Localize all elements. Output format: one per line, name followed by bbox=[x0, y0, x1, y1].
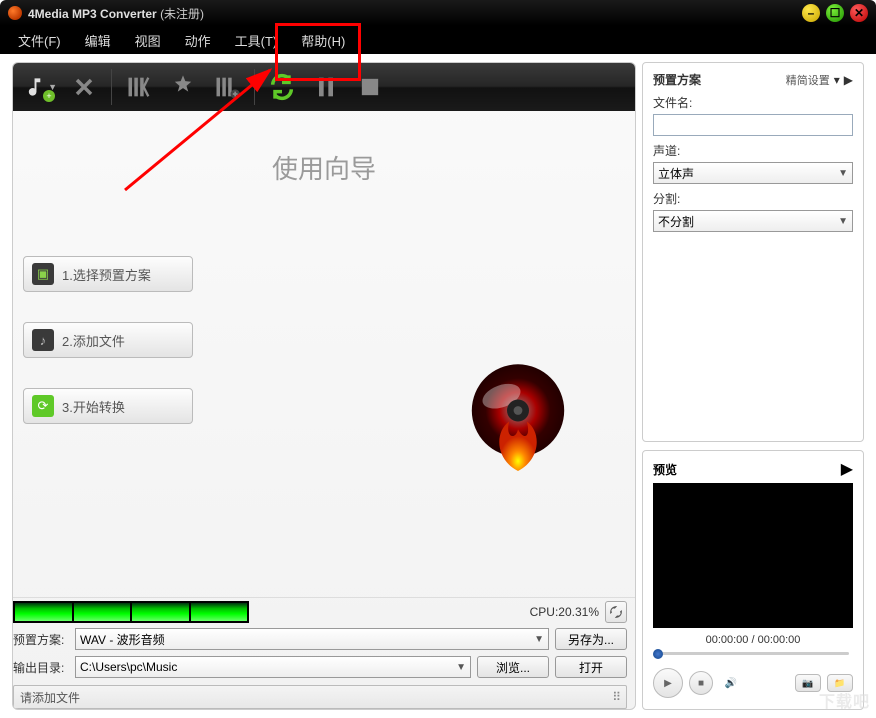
menu-bar: 文件(F) 编辑 视图 动作 工具(T) 帮助(H) bbox=[0, 26, 876, 54]
window-title: 4Media MP3 Converter (未注册) bbox=[28, 5, 796, 22]
menu-help[interactable]: 帮助(H) bbox=[289, 27, 357, 54]
stop-preview-button[interactable]: ■ bbox=[689, 671, 713, 695]
cut-button[interactable] bbox=[122, 70, 156, 104]
menu-view[interactable]: 视图 bbox=[123, 27, 173, 54]
status-text: 请添加文件 bbox=[20, 689, 80, 706]
menu-edit[interactable]: 编辑 bbox=[73, 27, 123, 54]
step-label: 2.添加文件 bbox=[62, 331, 125, 350]
step-label: 1.选择预置方案 bbox=[62, 265, 151, 284]
preview-seek-slider[interactable] bbox=[653, 652, 853, 660]
menu-file[interactable]: 文件(F) bbox=[6, 27, 73, 54]
output-row: 输出目录: C:\Users\pc\Music▼ 浏览... 打开 bbox=[13, 653, 635, 681]
folder-button[interactable]: 📁 bbox=[827, 674, 853, 692]
open-button[interactable]: 打开 bbox=[555, 656, 627, 678]
step-label: 3.开始转换 bbox=[62, 397, 125, 416]
menu-tools[interactable]: 工具(T) bbox=[223, 27, 290, 54]
delete-button[interactable] bbox=[67, 70, 101, 104]
channel-select[interactable]: 立体声▼ bbox=[653, 162, 853, 184]
maximize-button[interactable]: ☐ bbox=[826, 4, 844, 22]
cpu-status-row: CPU:20.31% bbox=[13, 597, 635, 625]
save-as-button[interactable]: 另存为... bbox=[555, 628, 627, 650]
add-music-button[interactable]: +▼ bbox=[23, 70, 57, 104]
step-add-file[interactable]: ♪ 2.添加文件 bbox=[23, 322, 193, 358]
volume-icon[interactable]: 🔊 bbox=[719, 671, 743, 695]
preview-time: 00:00:00 / 00:00:00 bbox=[653, 634, 853, 646]
menu-action[interactable]: 动作 bbox=[173, 27, 223, 54]
preview-video-area bbox=[653, 483, 853, 628]
disc-burning-icon bbox=[463, 361, 573, 471]
preview-controls: ▶ ■ 🔊 📷 📁 bbox=[653, 668, 853, 698]
close-button[interactable]: ✕ bbox=[850, 4, 868, 22]
profile-label: 预置方案: bbox=[13, 631, 69, 648]
step-select-profile[interactable]: ▣ 1.选择预置方案 bbox=[23, 256, 193, 292]
pause-button[interactable] bbox=[309, 70, 343, 104]
minimize-button[interactable]: – bbox=[802, 4, 820, 22]
step-start-convert[interactable]: ⟳ 3.开始转换 bbox=[23, 388, 193, 424]
profile-select[interactable]: WAV - 波形音频▼ bbox=[75, 628, 549, 650]
add-film-button[interactable] bbox=[210, 70, 244, 104]
filename-label: 文件名: bbox=[653, 94, 853, 111]
toolbar-divider bbox=[254, 69, 255, 105]
profile-row: 预置方案: WAV - 波形音频▼ 另存为... bbox=[13, 625, 635, 653]
chevron-down-icon[interactable]: ▾ bbox=[834, 73, 840, 87]
convert-button[interactable] bbox=[265, 70, 299, 104]
effects-button[interactable] bbox=[166, 70, 200, 104]
preview-title: 预览 bbox=[653, 461, 841, 478]
chevron-right-icon[interactable]: ▶ bbox=[844, 73, 853, 87]
toolbar-divider bbox=[111, 69, 112, 105]
browse-button[interactable]: 浏览... bbox=[477, 656, 549, 678]
main-toolbar: +▼ bbox=[13, 63, 635, 111]
title-bar: 4Media MP3 Converter (未注册) – ☐ ✕ bbox=[0, 0, 876, 26]
settings-wrench-button[interactable] bbox=[605, 601, 627, 623]
split-label: 分割: bbox=[653, 190, 853, 207]
chevron-right-icon[interactable]: ▶ bbox=[841, 459, 853, 479]
profile-settings-panel: 预置方案 精简设置 ▾ ▶ 文件名: 声道: 立体声▼ 分割: 不分割▼ bbox=[642, 62, 864, 442]
filename-input[interactable] bbox=[653, 114, 853, 136]
snapshot-button[interactable]: 📷 bbox=[795, 674, 821, 692]
wizard-heading: 使用向导 bbox=[13, 149, 635, 186]
output-label: 输出目录: bbox=[13, 659, 69, 676]
film-plus-icon: ▣ bbox=[32, 263, 54, 285]
output-path-select[interactable]: C:\Users\pc\Music▼ bbox=[75, 656, 471, 678]
wizard-panel: 使用向导 ▣ 1.选择预置方案 ♪ 2.添加文件 ⟳ 3.开始转换 bbox=[13, 111, 635, 597]
resize-grip-icon: ⠿ bbox=[612, 690, 620, 704]
split-select[interactable]: 不分割▼ bbox=[653, 210, 853, 232]
play-button[interactable]: ▶ bbox=[653, 668, 683, 698]
cpu-graph bbox=[13, 601, 249, 623]
music-note-icon: ♪ bbox=[32, 329, 54, 351]
channel-label: 声道: bbox=[653, 142, 853, 159]
status-bar: 请添加文件 ⠿ bbox=[13, 685, 627, 709]
simple-settings-link[interactable]: 精简设置 bbox=[786, 72, 830, 88]
stop-button[interactable] bbox=[353, 70, 387, 104]
cpu-label: CPU:20.31% bbox=[530, 605, 599, 619]
preview-panel: 预览 ▶ 00:00:00 / 00:00:00 ▶ ■ 🔊 📷 📁 bbox=[642, 450, 864, 710]
panel-title: 预置方案 bbox=[653, 71, 786, 88]
app-icon bbox=[8, 6, 22, 20]
refresh-icon: ⟳ bbox=[32, 395, 54, 417]
